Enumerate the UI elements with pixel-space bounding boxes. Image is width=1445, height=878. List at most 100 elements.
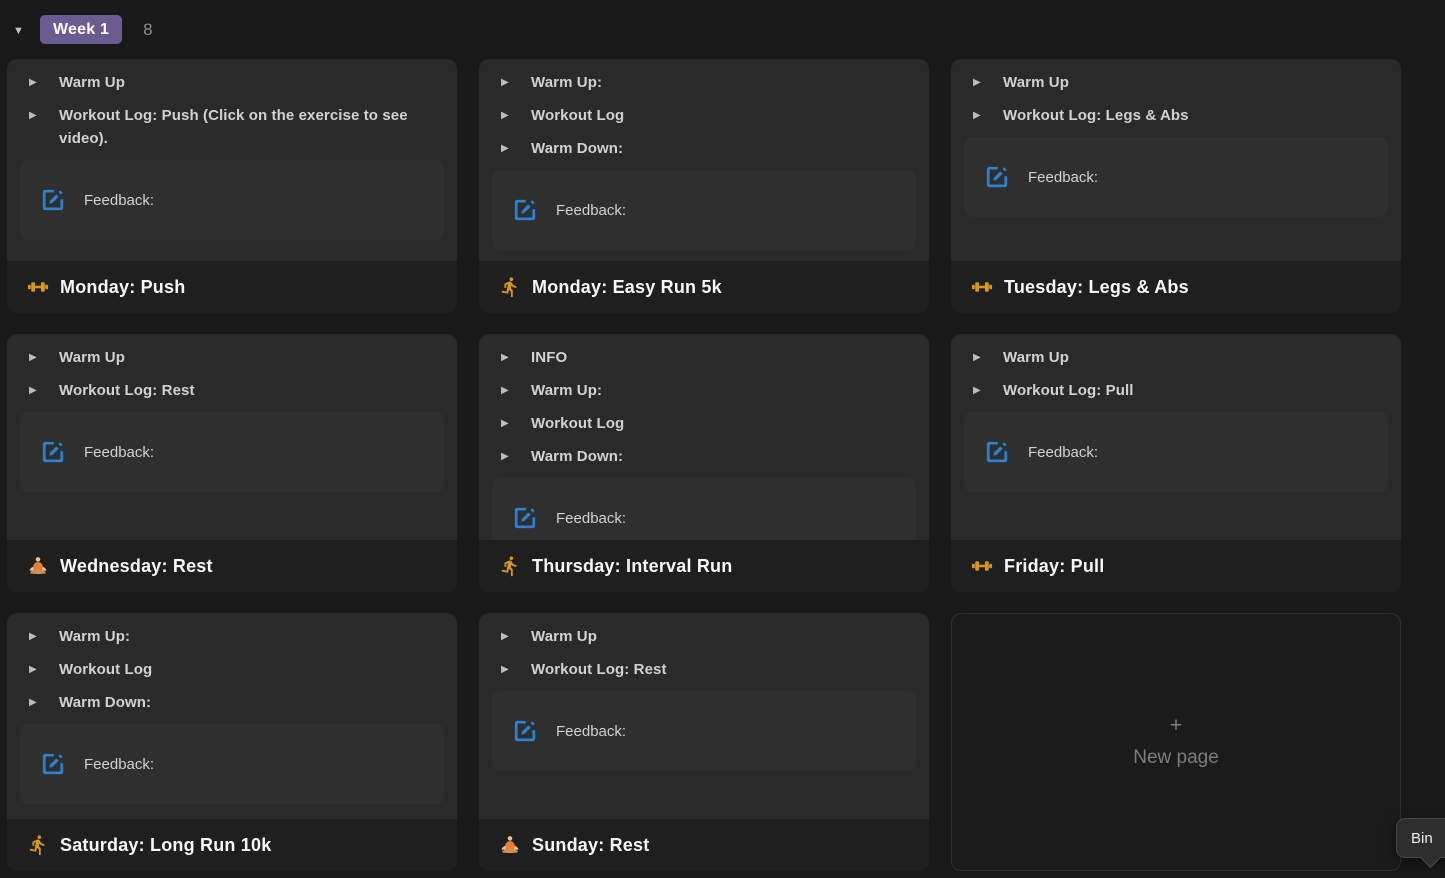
toggle-triangle-icon: ▶ — [973, 71, 1003, 94]
toggle-label: Warm Up: — [531, 71, 602, 94]
bin-tooltip[interactable]: Bin — [1396, 818, 1445, 858]
feedback-callout[interactable]: Feedback: — [492, 691, 916, 771]
card-preview: ▶Warm Up:▶Workout Log▶Warm Down:Feedback… — [479, 59, 929, 261]
toggle-label: Workout Log — [531, 104, 624, 127]
card-title-bar[interactable]: Wednesday: Rest — [7, 540, 457, 592]
runner-icon — [499, 555, 521, 577]
toggle-block[interactable]: ▶Warm Down: — [20, 691, 444, 714]
card-title: Tuesday: Legs & Abs — [1004, 277, 1189, 298]
edit-icon — [40, 187, 66, 213]
toggle-triangle-icon: ▶ — [29, 104, 59, 150]
toggle-label: Workout Log: Rest — [531, 658, 667, 681]
card-preview: ▶Warm Up▶Workout Log: Legs & AbsFeedback… — [951, 59, 1401, 261]
toggle-label: INFO — [531, 346, 567, 369]
card-title-bar[interactable]: Thursday: Interval Run — [479, 540, 929, 592]
toggle-label: Warm Down: — [531, 137, 623, 160]
toggle-triangle-icon: ▶ — [29, 379, 59, 402]
new-page-button[interactable]: + New page — [951, 613, 1401, 871]
collapse-toggle-icon[interactable]: ▼ — [13, 23, 40, 37]
workout-card[interactable]: ▶Warm Up ▶Workout Log: Pull Feedback: Frida… — [951, 334, 1401, 592]
feedback-label: Feedback: — [1028, 169, 1098, 186]
toggle-label: Workout Log — [59, 658, 152, 681]
feedback-callout[interactable]: Feedback: — [964, 137, 1388, 217]
edit-icon — [40, 751, 66, 777]
toggle-block[interactable]: ▶Warm Up: — [20, 625, 444, 648]
toggle-label: Warm Up — [59, 346, 125, 369]
toggle-block[interactable]: ▶Warm Up — [20, 71, 444, 94]
toggle-block[interactable]: ▶Workout Log — [492, 104, 916, 127]
toggle-triangle-icon: ▶ — [501, 658, 531, 681]
feedback-callout[interactable]: Feedback: — [20, 412, 444, 492]
toggle-block[interactable]: ▶Warm Down: — [492, 137, 916, 160]
group-header: ▼ Week 1 8 — [0, 0, 1445, 59]
toggle-block[interactable]: ▶Warm Down: — [492, 445, 916, 468]
group-badge-week1[interactable]: Week 1 — [40, 15, 122, 44]
card-preview: ▶Warm Up▶Workout Log: RestFeedback: — [7, 334, 457, 540]
bin-tooltip-label: Bin — [1411, 830, 1433, 847]
feedback-callout[interactable]: Feedback: — [964, 412, 1388, 492]
toggle-triangle-icon: ▶ — [29, 71, 59, 94]
toggle-label: Warm Down: — [59, 691, 151, 714]
feedback-label: Feedback: — [84, 756, 154, 773]
toggle-label: Workout Log: Legs & Abs — [1003, 104, 1189, 127]
toggle-block[interactable]: ▶Warm Up — [964, 346, 1388, 369]
toggle-triangle-icon: ▶ — [501, 104, 531, 127]
feedback-callout[interactable]: Feedback: — [20, 724, 444, 804]
edit-icon — [512, 505, 538, 531]
toggle-triangle-icon: ▶ — [29, 346, 59, 369]
feedback-label: Feedback: — [1028, 444, 1098, 461]
toggle-block[interactable]: ▶Warm Up — [20, 346, 444, 369]
plus-icon: + — [1170, 715, 1182, 736]
workout-card[interactable]: ▶Warm Up ▶Workout Log: Rest Feedback: Sunda… — [479, 613, 929, 871]
card-preview: ▶Warm Up ▶Workout Log: Rest Feedback: — [479, 613, 929, 819]
toggle-block[interactable]: ▶Workout Log: Push (Click on the exercis… — [20, 104, 444, 150]
card-preview: ▶Warm Up ▶Workout Log: Pull Feedback: — [951, 334, 1401, 540]
gallery-grid: ▶Warm Up▶Workout Log: Push (Click on the… — [7, 59, 1401, 871]
meditation-icon — [27, 555, 49, 577]
edit-icon — [512, 197, 538, 223]
toggle-block[interactable]: ▶Workout Log: Rest — [492, 658, 916, 681]
feedback-label: Feedback: — [556, 723, 626, 740]
toggle-block[interactable]: ▶Workout Log — [492, 412, 916, 435]
card-title-bar[interactable]: Monday: Push — [7, 261, 457, 313]
toggle-label: Warm Up: — [531, 379, 602, 402]
toggle-block[interactable]: ▶Workout Log: Rest — [20, 379, 444, 402]
feedback-label: Feedback: — [84, 444, 154, 461]
workout-card[interactable]: ▶Warm Up ▶Workout Log: Push (Click on the… — [7, 59, 457, 313]
workout-card[interactable]: ▶Warm Up▶Workout Log: Legs & AbsFeedback… — [951, 59, 1401, 313]
card-title: Saturday: Long Run 10k — [60, 835, 271, 856]
card-title-bar[interactable]: Monday: Easy Run 5k — [479, 261, 929, 313]
toggle-label: Warm Down: — [531, 445, 623, 468]
toggle-triangle-icon: ▶ — [973, 104, 1003, 127]
edit-icon — [512, 718, 538, 744]
toggle-triangle-icon: ▶ — [501, 346, 531, 369]
toggle-label: Workout Log — [531, 412, 624, 435]
toggle-label: Workout Log: Rest — [59, 379, 195, 402]
card-title-bar[interactable]: Sunday: Rest — [479, 819, 929, 871]
workout-card[interactable]: ▶Warm Up: ▶Workout Log ▶Warm Down: Feedback… — [7, 613, 457, 871]
toggle-block[interactable]: ▶Warm Up — [964, 71, 1388, 94]
feedback-callout[interactable]: Feedback: — [492, 478, 916, 540]
card-title-bar[interactable]: Friday: Pull — [951, 540, 1401, 592]
edit-icon — [40, 439, 66, 465]
card-title-bar[interactable]: Saturday: Long Run 10k — [7, 819, 457, 871]
toggle-block[interactable]: ▶Workout Log: Legs & Abs — [964, 104, 1388, 127]
toggle-block[interactable]: ▶Workout Log — [20, 658, 444, 681]
toggle-block[interactable]: ▶Warm Up — [492, 625, 916, 648]
feedback-callout[interactable]: Feedback: — [492, 170, 916, 250]
toggle-block[interactable]: ▶Workout Log: Pull — [964, 379, 1388, 402]
toggle-block[interactable]: ▶Warm Up: — [492, 379, 916, 402]
feedback-callout[interactable]: Feedback: — [20, 160, 444, 240]
card-title: Friday: Pull — [1004, 556, 1104, 577]
toggle-block[interactable]: ▶INFO — [492, 346, 916, 369]
toggle-triangle-icon: ▶ — [973, 379, 1003, 402]
toggle-block[interactable]: ▶Warm Up: — [492, 71, 916, 94]
workout-card[interactable]: ▶Warm Up▶Workout Log: RestFeedback:Wedne… — [7, 334, 457, 592]
card-title: Monday: Easy Run 5k — [532, 277, 722, 298]
card-title: Sunday: Rest — [532, 835, 649, 856]
card-title-bar[interactable]: Tuesday: Legs & Abs — [951, 261, 1401, 313]
card-preview: ▶Warm Up ▶Workout Log: Push (Click on the… — [7, 59, 457, 261]
runner-icon — [27, 834, 49, 856]
workout-card[interactable]: ▶INFO▶Warm Up:▶Workout Log▶Warm Down:Fee… — [479, 334, 929, 592]
workout-card[interactable]: ▶Warm Up:▶Workout Log▶Warm Down:Feedback… — [479, 59, 929, 313]
